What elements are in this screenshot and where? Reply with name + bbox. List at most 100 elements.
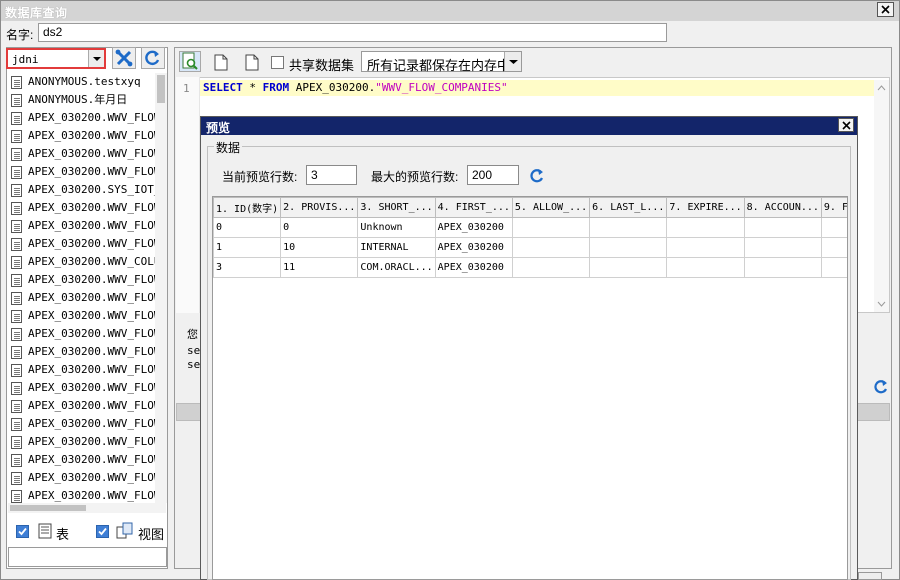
show-views-checkbox[interactable]	[96, 525, 109, 538]
line-number: 1	[183, 82, 190, 95]
max-rows-input[interactable]: 200	[467, 165, 519, 185]
tree-item[interactable]: APEX_030200.WWV_FLOW_I	[8, 289, 166, 307]
table-cell	[820, 237, 847, 258]
tree-item-label: APEX_030200.WWV_FLOW_I	[28, 237, 166, 250]
table-tree[interactable]: ANONYMOUS.testxyq ANONYMOUS.年月日 APEX_03020…	[8, 73, 166, 503]
column-header[interactable]: 5. ALLOW_...	[511, 197, 591, 218]
table-cell: COM.ORACL...	[357, 257, 436, 278]
table-icon	[11, 364, 22, 377]
column-header[interactable]: 7. EXPIRE...	[666, 197, 745, 218]
chevron-down-icon[interactable]	[88, 50, 104, 67]
tree-item[interactable]: APEX_030200.WWV_FLOW_!	[8, 433, 166, 451]
tree-item[interactable]: APEX_030200.WWV_FLOW_!	[8, 361, 166, 379]
tree-item[interactable]: APEX_030200.WWV_FLOW_(	[8, 271, 166, 289]
empty-row	[213, 297, 847, 318]
editor-scrollbar[interactable]	[874, 80, 889, 312]
tree-item[interactable]: ANONYMOUS.年月日	[8, 91, 166, 109]
tree-item[interactable]: APEX_030200.WWV_FLOW_(	[8, 451, 166, 469]
preview-button[interactable]	[179, 51, 201, 72]
window-close-button[interactable]	[877, 2, 894, 17]
tree-item[interactable]: APEX_030200.WWV_COLUM.	[8, 253, 166, 271]
message-line-1: 您	[187, 329, 198, 341]
tree-item[interactable]: APEX_030200.WWV_FLOW_I	[8, 325, 166, 343]
edit-connection-button[interactable]	[112, 47, 136, 69]
tree-item[interactable]: APEX_030200.WWV_FLOW_I	[8, 217, 166, 235]
new-file-icon[interactable]	[214, 54, 228, 71]
table-icon	[11, 400, 22, 413]
tree-item-label: APEX_030200.WWV_FLOW_(	[28, 273, 166, 286]
tree-item[interactable]: APEX_030200.WWV_FLOW_I	[8, 145, 166, 163]
tree-item[interactable]: APEX_030200.WWV_FLOW_I	[8, 415, 166, 433]
show-tables-label: 表	[56, 527, 70, 542]
tree-item[interactable]: APEX_030200.WWV_FLOW_(	[8, 109, 166, 127]
table-cell	[511, 237, 591, 258]
tree-horizontal-scrollbar[interactable]	[8, 503, 166, 513]
column-header[interactable]: 2. PROVIS...	[280, 197, 359, 218]
empty-row	[213, 357, 847, 378]
empty-row	[213, 457, 847, 478]
table-icon	[38, 523, 52, 539]
table-row[interactable]: 3 11 COM.ORACL... APEX_030200	[213, 257, 847, 278]
table-icon	[11, 382, 22, 395]
share-dataset-checkbox[interactable]	[271, 56, 284, 69]
show-tables-checkbox[interactable]	[16, 525, 29, 538]
tree-vertical-scrollbar[interactable]	[155, 73, 167, 503]
tree-item[interactable]: APEX_030200.SYS_IOT_O'	[8, 181, 166, 199]
tree-item[interactable]: APEX_030200.WWV_FLOW_!	[8, 469, 166, 487]
table-icon	[11, 454, 22, 467]
table-cell: APEX_030200	[434, 217, 513, 238]
tree-item[interactable]: APEX_030200.WWV_FLOW_I	[8, 235, 166, 253]
table-icon	[11, 202, 22, 215]
refresh-datasource-button[interactable]	[141, 47, 165, 69]
memory-mode-select[interactable]: 所有记录都保存在内存中	[361, 51, 522, 73]
table-icon	[11, 310, 22, 323]
column-header[interactable]: 3. SHORT_...	[357, 197, 436, 218]
tree-item[interactable]: ANONYMOUS.testxyq	[8, 73, 166, 91]
refresh-icon[interactable]	[872, 378, 890, 396]
table-cell	[511, 257, 591, 278]
empty-row	[213, 417, 847, 438]
refresh-icon[interactable]	[528, 167, 546, 185]
tree-item[interactable]: APEX_030200.WWV_FLOW_(	[8, 199, 166, 217]
max-rows-label: 最大的预览行数:	[371, 170, 459, 184]
column-header[interactable]: 8. ACCOUN...	[743, 197, 822, 218]
tree-item[interactable]: APEX_030200.WWV_FLOW_I	[8, 343, 166, 361]
data-group-label: 数据	[214, 139, 243, 156]
sql-text[interactable]: SELECT * FROM APEX_030200."WWV_FLOW_COMP…	[203, 81, 508, 94]
preview-data-grid[interactable]: 1. ID(数字) 2. PROVIS... 3. SHORT_... 4. FIRS…	[212, 196, 848, 580]
close-icon	[841, 121, 851, 130]
sql-keyword-select: SELECT	[203, 81, 243, 94]
name-label: 名字:	[6, 28, 34, 42]
datasource-select[interactable]: jdni	[6, 48, 106, 69]
table-icon	[11, 274, 22, 287]
show-views-label: 视图	[138, 527, 165, 542]
tree-item[interactable]: APEX_030200.WWV_FLOW_I	[8, 163, 166, 181]
table-row[interactable]: 1 10 INTERNAL APEX_030200	[213, 237, 847, 258]
table-cell	[743, 237, 822, 258]
column-header[interactable]: 6. LAST_L...	[589, 197, 668, 218]
name-input[interactable]: ds2	[38, 23, 667, 42]
column-header[interactable]: 1. ID(数字)	[213, 197, 282, 218]
empty-row	[213, 537, 847, 558]
table-cell: 11	[280, 257, 359, 278]
table-row[interactable]: 0 0 Unknown APEX_030200	[213, 217, 847, 238]
chevron-down-icon[interactable]	[504, 52, 521, 71]
table-cell: Unknown	[357, 217, 436, 238]
tree-item[interactable]: APEX_030200.WWV_FLOW_I	[8, 307, 166, 325]
table-cell: 3	[213, 257, 282, 278]
file-icon[interactable]	[245, 54, 259, 71]
preview-close-button[interactable]	[838, 118, 854, 132]
empty-row	[213, 437, 847, 458]
tree-item[interactable]: APEX_030200.WWV_FLOW_I	[8, 127, 166, 145]
tree-item[interactable]: APEX_030200.WWV_FLOW_!	[8, 379, 166, 397]
empty-row	[213, 317, 847, 338]
current-rows-input[interactable]: 3	[306, 165, 357, 185]
check-icon	[98, 527, 107, 536]
table-filter-input[interactable]	[8, 547, 167, 567]
bottom-button[interactable]	[858, 572, 882, 580]
column-header[interactable]: 9. FNI	[820, 197, 847, 218]
tree-item[interactable]: APEX_030200.WWV_FLOW_!	[8, 487, 166, 503]
column-header[interactable]: 4. FIRST_...	[434, 197, 513, 218]
tree-item[interactable]: APEX_030200.WWV_FLOW_I	[8, 397, 166, 415]
table-icon	[11, 328, 22, 341]
